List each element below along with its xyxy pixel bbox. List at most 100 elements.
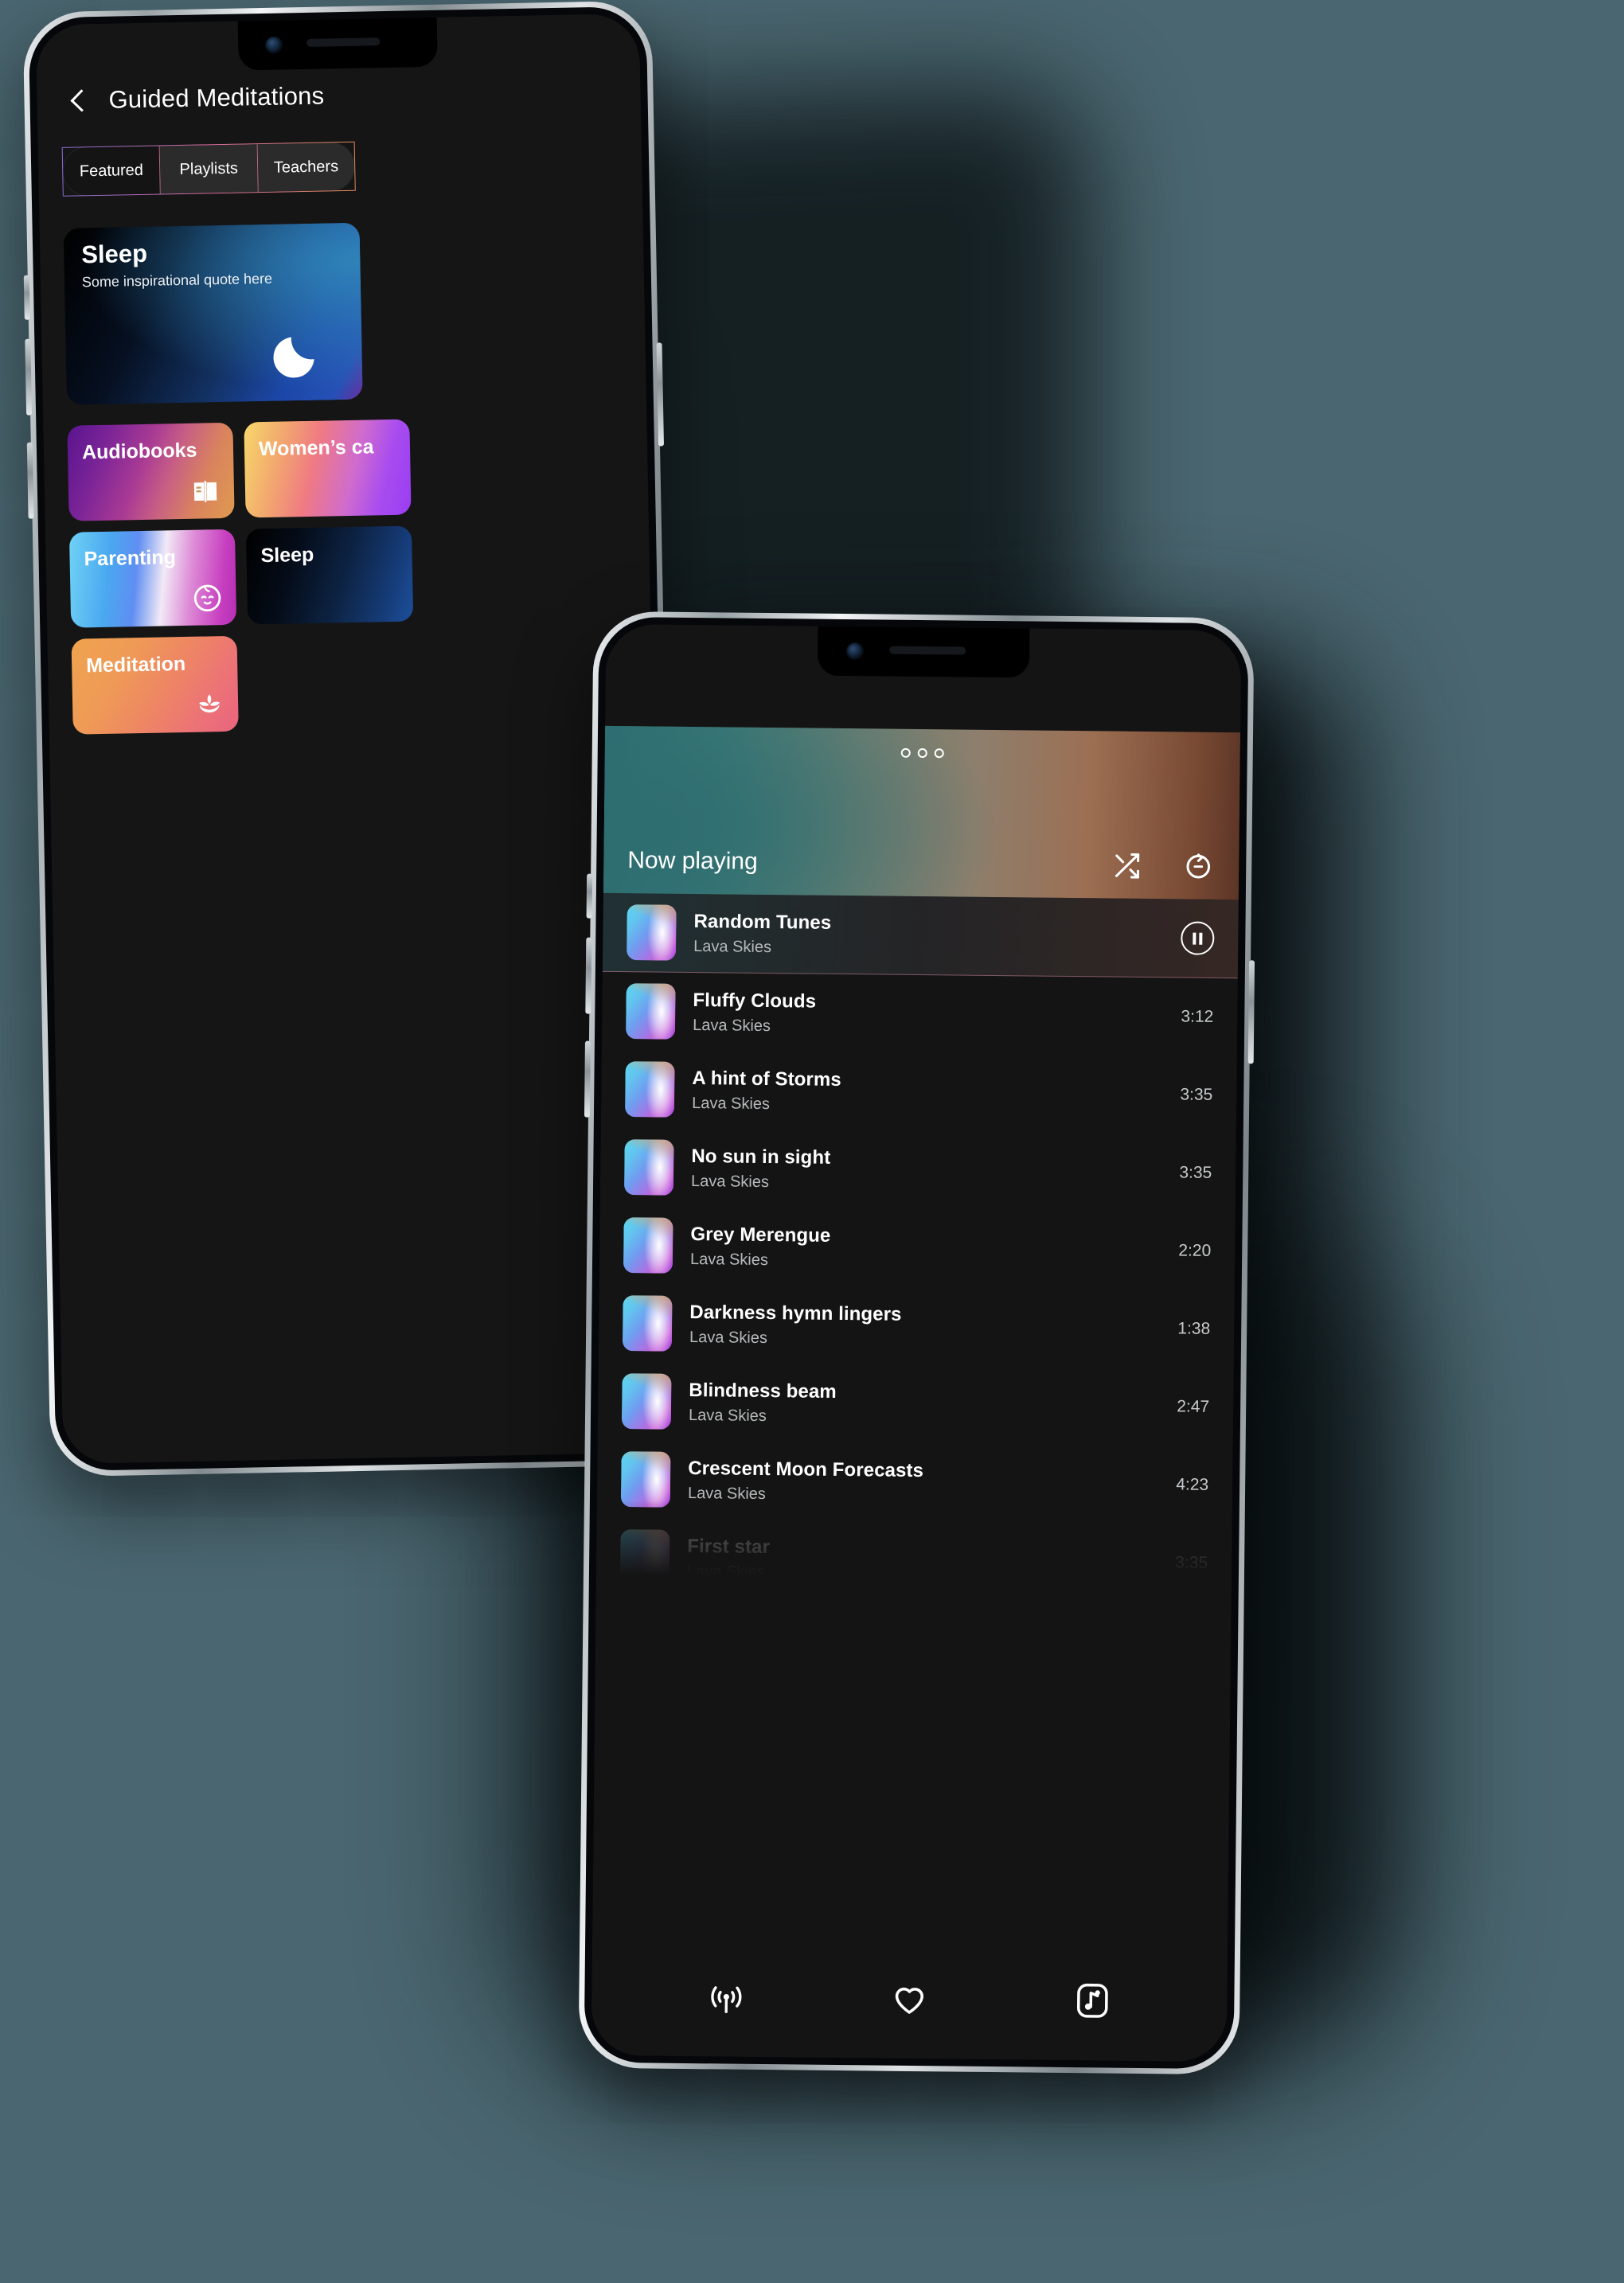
tab-teachers[interactable]: Teachers: [257, 142, 355, 193]
track-title: A hint of Storms: [692, 1067, 841, 1091]
track-duration: 2:47: [1177, 1397, 1210, 1416]
track-duration: 3:35: [1180, 1085, 1213, 1104]
track-duration: 3:35: [1175, 1553, 1208, 1572]
track-artist: Lava Skies: [686, 1562, 765, 1581]
three-dots-icon[interactable]: [900, 747, 944, 759]
volume-up-button-b[interactable]: [586, 873, 593, 919]
now-playing-header: Now playing: [603, 725, 1241, 900]
phone-a-screen: Guided Meditations Featured Playlists Te…: [35, 13, 667, 1465]
track-meta: No sun in sight Lava Skies: [691, 1145, 1162, 1196]
track-meta: Random Tunes Lava Skies: [693, 911, 1164, 961]
music-note-square-icon[interactable]: [1072, 1981, 1113, 2021]
track-artist: Lava Skies: [691, 1172, 770, 1191]
tile-audiobooks-label: Audiobooks: [81, 439, 197, 464]
tile-sleep[interactable]: Sleep: [245, 525, 414, 625]
track-row[interactable]: Crescent Moon Forecasts Lava Skies 4:23: [597, 1440, 1233, 1524]
tile-meditation[interactable]: Meditation: [71, 635, 239, 735]
track-artist: Lava Skies: [693, 1016, 771, 1035]
track-artist: Lava Skies: [693, 937, 772, 956]
page-title: Guided Meditations: [108, 81, 325, 114]
track-artist: Lava Skies: [687, 1484, 766, 1503]
album-art: [620, 1451, 671, 1508]
track-title: Grey Merengue: [690, 1223, 831, 1247]
album-art: [625, 983, 676, 1040]
phone-guided-meditations: Guided Meditations Featured Playlists Te…: [22, 0, 680, 1477]
track-meta: A hint of Storms Lava Skies: [692, 1067, 1163, 1118]
track-artist: Lava Skies: [688, 1406, 767, 1425]
phone-b-notch: [817, 626, 1030, 678]
track-meta: Darkness hymn lingers Lava Skies: [689, 1302, 1161, 1352]
phone-b-screen: Now playing Random Tunes Lava Skies Fluf…: [591, 623, 1242, 2063]
track-title: Random Tunes: [693, 910, 832, 934]
tab-teachers-label: Teachers: [273, 157, 339, 177]
track-title: Blindness beam: [689, 1379, 837, 1403]
tile-audiobooks[interactable]: Audiobooks: [67, 422, 235, 521]
track-duration: 3:12: [1181, 1007, 1214, 1026]
album-art: [623, 1217, 673, 1274]
tab-playlists-label: Playlists: [179, 159, 239, 178]
tile-parenting[interactable]: Parenting: [68, 529, 237, 628]
track-row[interactable]: Random Tunes Lava Skies: [602, 892, 1239, 979]
track-row[interactable]: Blindness beam Lava Skies 2:47: [598, 1362, 1234, 1446]
bottom-navigation: [591, 1935, 1228, 2063]
lotus-flower-icon: [199, 694, 221, 713]
hero-subtitle: Some inspirational quote here: [81, 270, 273, 291]
crescent-moon-icon: [273, 337, 314, 378]
tile-sleep-label: Sleep: [260, 543, 314, 568]
tab-featured[interactable]: Featured: [62, 146, 162, 196]
shuffle-icon[interactable]: [1110, 851, 1143, 881]
track-title: No sun in sight: [691, 1145, 831, 1169]
tab-featured-label: Featured: [79, 161, 144, 180]
tile-womens-care-label: Women’s ca: [258, 435, 374, 461]
track-title: Fluffy Clouds: [693, 989, 817, 1013]
earpiece-speaker-b: [889, 646, 966, 655]
hero-title: Sleep: [80, 239, 148, 269]
album-art: [622, 1295, 673, 1352]
tile-parenting-label: Parenting: [84, 546, 177, 571]
front-camera-a: [265, 36, 283, 54]
tile-womens-care[interactable]: Women’s ca: [244, 419, 412, 518]
album-art: [619, 1529, 670, 1586]
track-meta: Fluffy Clouds Lava Skies: [693, 989, 1164, 1040]
album-art: [623, 1139, 674, 1196]
pause-icon[interactable]: [1181, 921, 1215, 955]
track-row[interactable]: Grey Merengue Lava Skies 2:20: [599, 1206, 1236, 1290]
track-row[interactable]: First star Lava Skies 3:35: [596, 1518, 1232, 1602]
track-duration: 3:35: [1179, 1163, 1212, 1182]
track-artist: Lava Skies: [689, 1250, 769, 1269]
tab-playlists[interactable]: Playlists: [159, 144, 259, 194]
track-meta: Grey Merengue Lava Skies: [690, 1223, 1161, 1274]
now-playing-title-row: Now playing: [627, 845, 1215, 882]
hero-card-sleep[interactable]: Sleep Some inspirational quote here: [63, 222, 363, 405]
track-artist: Lava Skies: [692, 1094, 771, 1113]
phone-now-playing: Now playing Random Tunes Lava Skies Fluf…: [578, 611, 1255, 2075]
heart-icon[interactable]: [889, 1979, 930, 2020]
repeat-icon[interactable]: [1181, 851, 1215, 881]
track-meta: Blindness beam Lava Skies: [689, 1380, 1160, 1430]
volume-down-button-b[interactable]: [585, 937, 592, 1014]
power-button-b[interactable]: [1247, 960, 1255, 1064]
track-row[interactable]: Darkness hymn lingers Lava Skies 1:38: [599, 1284, 1235, 1368]
track-list: Random Tunes Lava Skies Fluffy Clouds La…: [595, 892, 1239, 1603]
track-row[interactable]: No sun in sight Lava Skies 3:35: [600, 1128, 1236, 1212]
baby-face-icon: [193, 584, 221, 612]
track-duration: 4:23: [1176, 1475, 1209, 1494]
front-camera-b: [845, 642, 865, 661]
track-meta: First star Lava Skies: [687, 1536, 1158, 1586]
track-duration: 2:20: [1178, 1241, 1212, 1260]
track-row[interactable]: A hint of Storms Lava Skies 3:35: [601, 1050, 1237, 1134]
track-meta: Crescent Moon Forecasts Lava Skies: [688, 1458, 1159, 1508]
track-artist: Lava Skies: [689, 1328, 768, 1347]
tile-meditation-label: Meditation: [85, 652, 186, 677]
track-title: First star: [687, 1535, 771, 1558]
mute-switch-b[interactable]: [584, 1040, 591, 1118]
volume-up-button-a[interactable]: [23, 275, 30, 320]
track-title: Darkness hymn lingers: [689, 1301, 902, 1325]
broadcast-icon[interactable]: [706, 1977, 747, 2017]
track-row[interactable]: Fluffy Clouds Lava Skies 3:12: [602, 972, 1238, 1056]
track-duration: 1:38: [1177, 1319, 1211, 1338]
chevron-left-icon[interactable]: [67, 90, 88, 111]
album-art: [624, 1061, 675, 1118]
earpiece-speaker-a: [306, 37, 381, 47]
now-playing-title: Now playing: [627, 847, 758, 875]
